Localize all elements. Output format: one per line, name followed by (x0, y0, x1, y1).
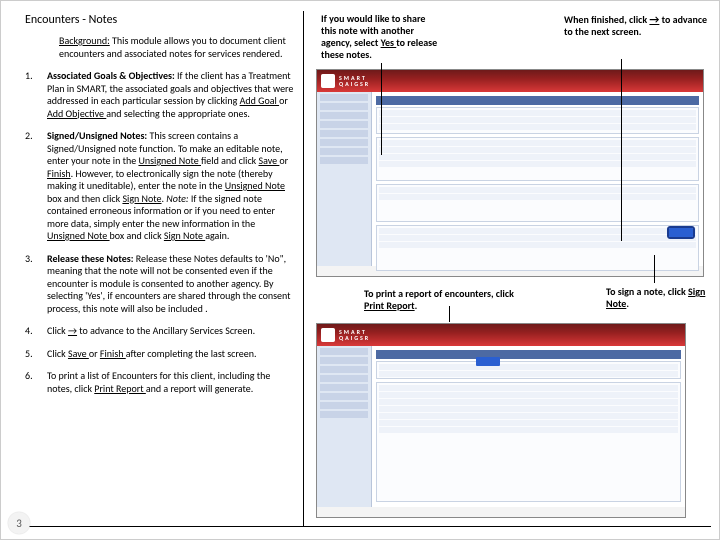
screenshot-encounter-list: S M A R TQ A I G S R (316, 323, 686, 518)
sidebar (317, 346, 372, 507)
item-text: Signed/Unsigned Notes: This screen conta… (47, 130, 295, 243)
arrow-right-icon: → (68, 324, 77, 337)
background-label: Background: (59, 34, 110, 47)
instruction-list: 1. Associated Goals & Objectives: If the… (25, 70, 295, 395)
item-number: 3. (25, 253, 47, 316)
callout-arrow (381, 63, 382, 155)
item-lead: Associated Goals & Objectives: (47, 69, 175, 82)
instruction-item-5: 5. Click Save or Finish after completing… (25, 348, 295, 361)
item-number: 1. (25, 70, 47, 120)
item-number: 5. (25, 348, 47, 361)
app-logo-icon (321, 74, 335, 88)
left-column: Encounters - Notes Background: This modu… (25, 13, 295, 405)
screenshot-encounter-notes: S M A R TQ A I G S R (316, 69, 704, 277)
vertical-divider (303, 11, 304, 526)
background-paragraph: Background: This module allows you to do… (59, 35, 295, 60)
panel-header (376, 350, 681, 359)
print-report-button[interactable] (476, 357, 500, 366)
app-header: S M A R TQ A I G S R (317, 70, 703, 92)
instruction-item-1: 1. Associated Goals & Objectives: If the… (25, 70, 295, 120)
item-text: Click → to advance to the Ancillary Serv… (47, 325, 295, 338)
callout-release-notes: If you would like to share this note wit… (321, 13, 441, 61)
instruction-item-6: 6. To print a list of Encounters for thi… (25, 370, 295, 395)
instruction-item-3: 3. Release these Notes: Release these No… (25, 253, 295, 316)
item-lead: Signed/Unsigned Notes: (47, 129, 147, 142)
item-text: Click Save or Finish after completing th… (47, 348, 295, 361)
panel-header (376, 96, 699, 105)
sidebar (317, 92, 372, 266)
page-title: Encounters - Notes (25, 13, 295, 27)
callout-arrow (654, 255, 655, 283)
callout-sign-note: To sign a note, click Sign Note. (606, 286, 706, 310)
page-number: 3 (8, 512, 30, 534)
item-lead: Release these Notes: (47, 252, 133, 265)
item-number: 2. (25, 130, 47, 243)
callout-arrow (621, 59, 622, 241)
item-number: 6. (25, 370, 47, 395)
horizontal-divider (11, 526, 711, 527)
app-header: S M A R TQ A I G S R (317, 324, 685, 346)
item-text: Release these Notes: Release these Notes… (47, 253, 295, 316)
item-text: To print a list of Encounters for this c… (47, 370, 295, 395)
app-logo-icon (321, 328, 335, 342)
instruction-item-4: 4. Click → to advance to the Ancillary S… (25, 325, 295, 338)
arrow-right-icon: → (649, 13, 659, 26)
callout-next-screen: When finished, click → to advance to the… (564, 13, 709, 38)
sign-note-button[interactable] (669, 228, 693, 237)
callout-print-report: To print a report of encounters, click P… (364, 288, 534, 312)
item-text: Associated Goals & Objectives: If the cl… (47, 70, 295, 120)
item-number: 4. (25, 325, 47, 338)
instruction-item-2: 2. Signed/Unsigned Notes: This screen co… (25, 130, 295, 243)
main-panel (372, 346, 685, 507)
main-panel (372, 92, 703, 266)
